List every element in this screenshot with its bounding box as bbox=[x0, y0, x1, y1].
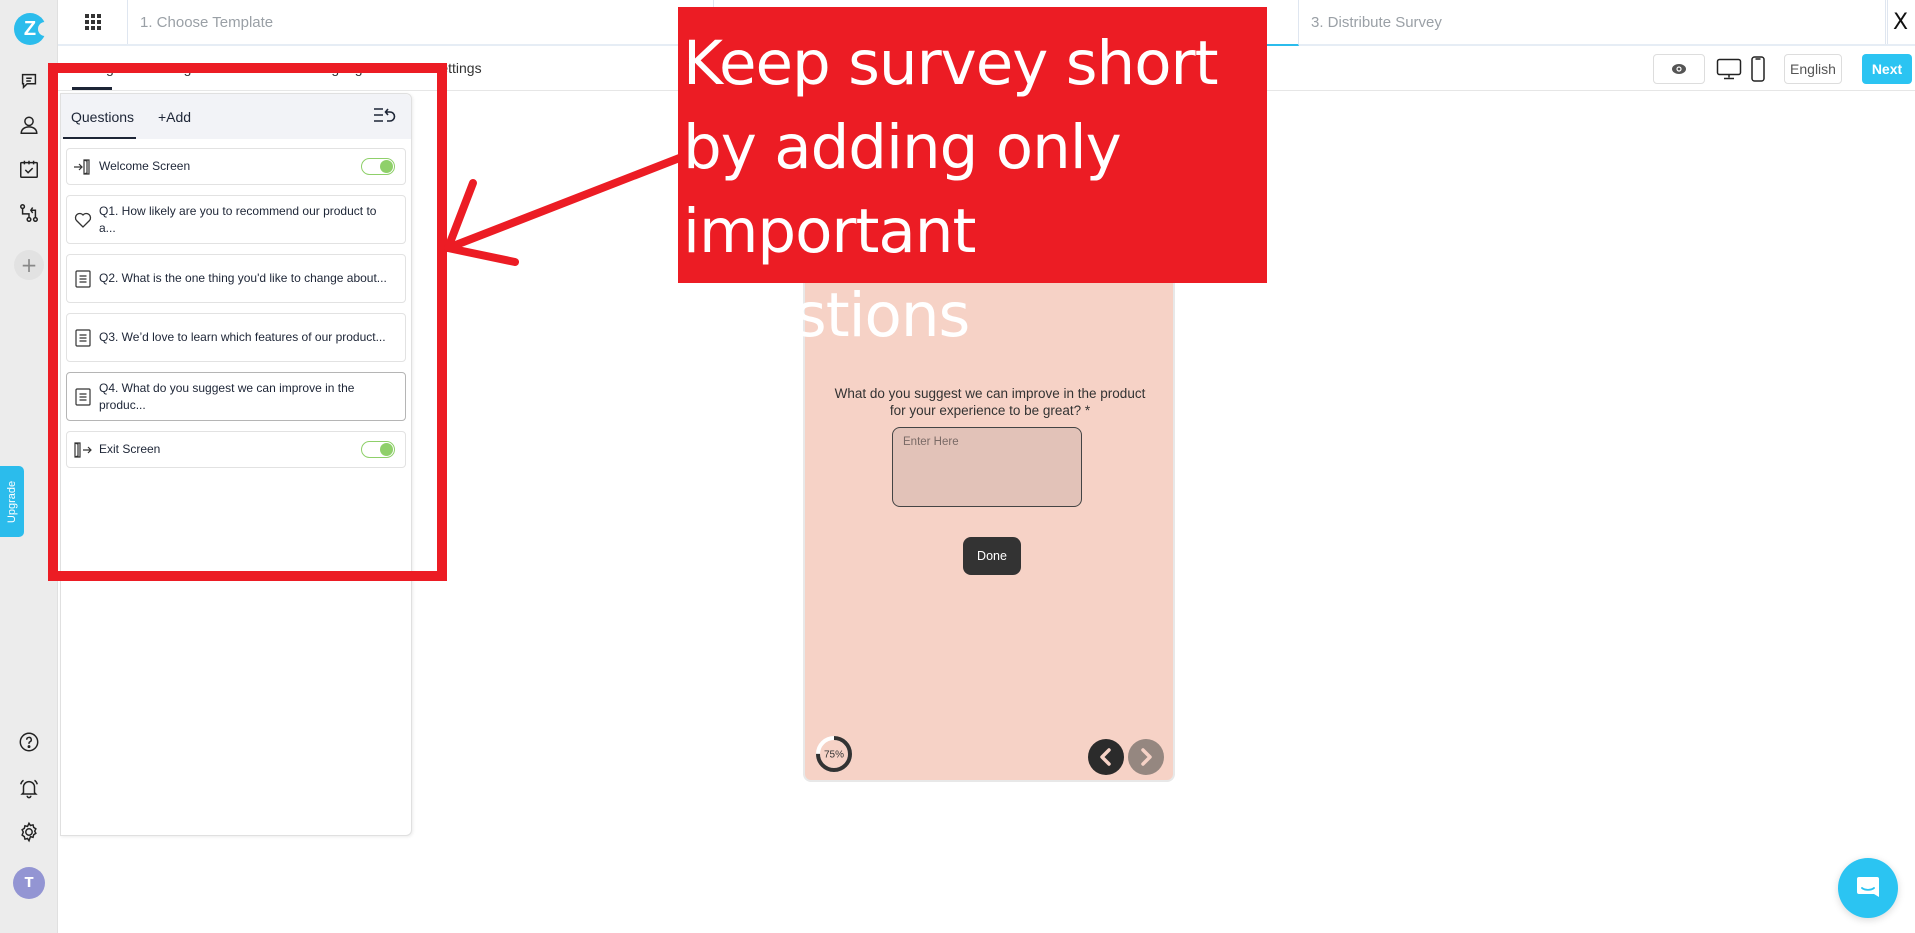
bell-icon[interactable] bbox=[16, 775, 42, 801]
app-logo[interactable]: Z bbox=[14, 13, 52, 45]
preview-answer-input[interactable]: Enter Here bbox=[892, 427, 1082, 507]
next-question-button[interactable] bbox=[1128, 739, 1164, 775]
grid-icon bbox=[84, 14, 101, 30]
close-button[interactable]: X bbox=[1885, 0, 1915, 44]
workflow-icon[interactable] bbox=[16, 200, 42, 226]
step-tab-choose-template[interactable]: 1. Choose Template bbox=[128, 0, 714, 44]
progress-label: 75% bbox=[824, 750, 844, 761]
upgrade-button[interactable]: Upgrade bbox=[0, 466, 24, 537]
close-icon: X bbox=[1892, 9, 1909, 35]
next-button[interactable]: Next bbox=[1862, 54, 1912, 84]
apps-grid-button[interactable] bbox=[58, 0, 128, 44]
chat-icon bbox=[1857, 877, 1879, 897]
add-icon[interactable]: + bbox=[14, 250, 44, 280]
calendar-check-icon[interactable] bbox=[16, 156, 42, 182]
help-icon[interactable] bbox=[16, 729, 42, 755]
preview-button[interactable] bbox=[1653, 54, 1705, 84]
chat-survey-icon[interactable] bbox=[16, 68, 42, 94]
progress-ring: 75% bbox=[815, 735, 853, 773]
gear-icon[interactable] bbox=[16, 819, 42, 845]
previous-question-button[interactable] bbox=[1088, 739, 1124, 775]
annotation-callout: Keep survey short by adding only importa… bbox=[678, 7, 1267, 351]
language-select[interactable]: English bbox=[1784, 54, 1842, 84]
preview-question-text: What do you suggest we can improve in th… bbox=[834, 386, 1146, 418]
annotation-highlight-box bbox=[48, 63, 447, 581]
user-icon[interactable] bbox=[16, 112, 42, 138]
support-chat-button[interactable] bbox=[1838, 858, 1898, 918]
mobile-view-icon[interactable] bbox=[1751, 56, 1765, 86]
preview-done-button[interactable]: Done bbox=[963, 537, 1021, 575]
user-avatar[interactable]: T bbox=[13, 867, 45, 899]
desktop-view-icon[interactable] bbox=[1716, 58, 1742, 84]
eye-icon bbox=[1672, 64, 1686, 74]
step-tab-distribute-survey[interactable]: 3. Distribute Survey bbox=[1299, 0, 1888, 44]
chevron-right-icon bbox=[1141, 748, 1152, 766]
survey-builder: Z + Upgrade T 1. Choose Template 3. Dist… bbox=[0, 0, 1915, 933]
chevron-left-icon bbox=[1100, 748, 1111, 766]
